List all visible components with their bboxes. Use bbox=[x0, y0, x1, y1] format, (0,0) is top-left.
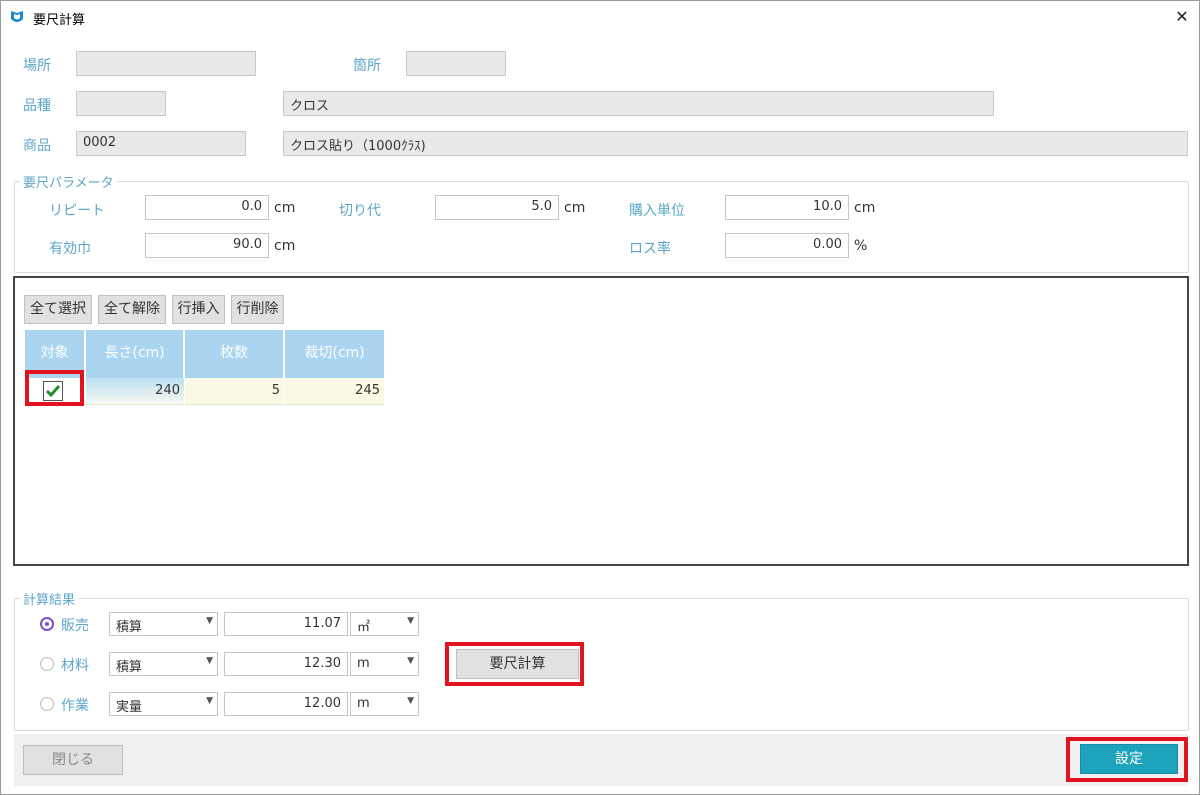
chevron-down-icon: ▼ bbox=[407, 616, 414, 626]
sales-unit-value: ㎡ bbox=[357, 620, 371, 635]
shohin-code-field[interactable]: 0002 bbox=[76, 131, 246, 156]
chevron-down-icon: ▼ bbox=[206, 616, 213, 626]
shohin-label: 商品 bbox=[23, 138, 51, 154]
grid-panel: 全て選択 全て解除 行挿入 行削除 対象 長さ(cm) 枚数 裁切(cm) 24… bbox=[13, 276, 1189, 566]
results-group-title: 計算結果 bbox=[20, 589, 79, 608]
column-header-count[interactable]: 枚数 bbox=[185, 330, 284, 378]
material-unit-value: m bbox=[357, 656, 370, 671]
material-method-value: 積算 bbox=[116, 660, 143, 675]
highlight-calc-button bbox=[445, 642, 584, 686]
kiri-input[interactable]: 5.0 bbox=[435, 195, 559, 220]
loss-label: ロス率 bbox=[629, 241, 671, 257]
column-header-length[interactable]: 長さ(cm) bbox=[86, 330, 184, 378]
shohin-name-field[interactable]: クロス貼り（1000ｸﾗｽ) bbox=[283, 131, 1188, 156]
chevron-down-icon: ▼ bbox=[206, 656, 213, 666]
cut-cell[interactable]: 245 bbox=[285, 378, 384, 405]
kasho-field[interactable] bbox=[406, 51, 506, 76]
hinshu-name-field[interactable]: クロス bbox=[283, 91, 994, 116]
app-logo-icon bbox=[11, 11, 23, 22]
loss-input[interactable]: 0.00 bbox=[725, 233, 849, 258]
hinshu-label: 品種 bbox=[23, 98, 51, 114]
work-method-select[interactable]: 実量 ▼ bbox=[109, 692, 218, 716]
yuko-unit: cm bbox=[274, 238, 296, 254]
length-cell[interactable]: 240 bbox=[86, 378, 184, 405]
repeat-unit: cm bbox=[274, 200, 296, 216]
select-all-button[interactable]: 全て選択 bbox=[24, 295, 92, 324]
column-header-cut[interactable]: 裁切(cm) bbox=[285, 330, 384, 378]
material-method-select[interactable]: 積算 ▼ bbox=[109, 652, 218, 676]
delete-row-button[interactable]: 行削除 bbox=[231, 295, 284, 324]
work-radio[interactable] bbox=[40, 697, 54, 711]
insert-row-button[interactable]: 行挿入 bbox=[172, 295, 225, 324]
repeat-input[interactable]: 0.0 bbox=[145, 195, 269, 220]
chevron-down-icon: ▼ bbox=[407, 656, 414, 666]
basho-label: 場所 bbox=[23, 58, 51, 74]
work-value-input[interactable]: 12.00 bbox=[224, 692, 348, 716]
sales-label: 販売 bbox=[61, 618, 89, 634]
konyu-input[interactable]: 10.0 bbox=[725, 195, 849, 220]
window-title: 要尺計算 bbox=[33, 13, 86, 28]
hinshu-code-field[interactable] bbox=[76, 91, 166, 116]
kasho-label: 箇所 bbox=[353, 58, 381, 74]
highlight-set-button bbox=[1066, 737, 1188, 782]
basho-field[interactable] bbox=[76, 51, 256, 76]
kiri-label: 切り代 bbox=[339, 203, 381, 219]
highlight-checkbox bbox=[25, 370, 84, 406]
work-unit-value: m bbox=[357, 696, 370, 711]
chevron-down-icon: ▼ bbox=[206, 696, 213, 706]
material-radio[interactable] bbox=[40, 657, 54, 671]
close-dialog-button[interactable]: 閉じる bbox=[23, 745, 123, 775]
sales-unit-select[interactable]: ㎡ ▼ bbox=[350, 612, 419, 636]
work-label: 作業 bbox=[61, 698, 89, 714]
loss-unit: % bbox=[854, 238, 868, 254]
sales-method-select[interactable]: 積算 ▼ bbox=[109, 612, 218, 636]
material-unit-select[interactable]: m ▼ bbox=[350, 652, 419, 676]
close-icon: ✕ bbox=[1175, 7, 1189, 26]
dialog-window: 要尺計算 ✕ 場所 箇所 品種 クロス 商品 0002 クロス貼り（1000ｸﾗ… bbox=[0, 0, 1200, 795]
work-method-value: 実量 bbox=[116, 700, 143, 715]
close-button[interactable]: ✕ bbox=[1165, 1, 1199, 33]
chevron-down-icon: ▼ bbox=[407, 696, 414, 706]
sales-method-value: 積算 bbox=[116, 620, 143, 635]
yuko-input[interactable]: 90.0 bbox=[145, 233, 269, 258]
count-cell[interactable]: 5 bbox=[185, 378, 284, 405]
work-unit-select[interactable]: m ▼ bbox=[350, 692, 419, 716]
material-value-input[interactable]: 12.30 bbox=[224, 652, 348, 676]
konyu-label: 購入単位 bbox=[629, 203, 685, 219]
params-group-title: 要尺パラメータ bbox=[20, 172, 117, 191]
material-label: 材料 bbox=[61, 658, 89, 674]
repeat-label: リピート bbox=[49, 203, 105, 219]
sales-radio[interactable] bbox=[40, 617, 54, 631]
konyu-unit: cm bbox=[854, 200, 876, 216]
deselect-all-button[interactable]: 全て解除 bbox=[98, 295, 166, 324]
footer-bar bbox=[14, 734, 1188, 786]
yuko-label: 有効巾 bbox=[49, 241, 91, 257]
kiri-unit: cm bbox=[564, 200, 586, 216]
sales-value-input[interactable]: 11.07 bbox=[224, 612, 348, 636]
title-bar: 要尺計算 ✕ bbox=[1, 1, 1199, 33]
